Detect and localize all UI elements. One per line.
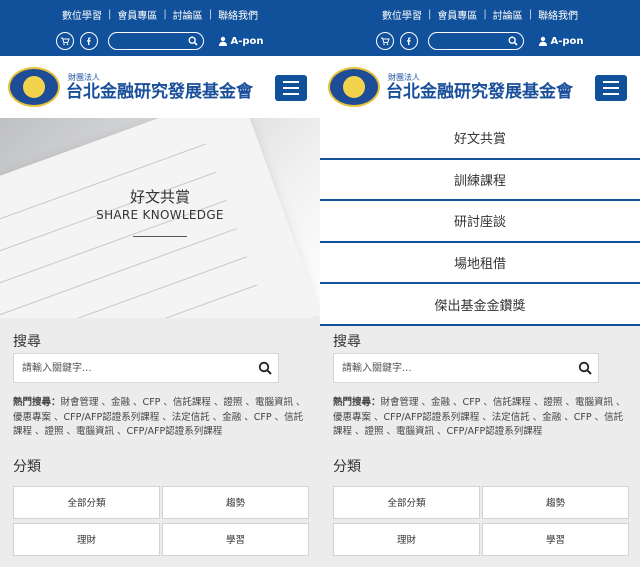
- search-icon: [508, 36, 519, 46]
- toplink-contact[interactable]: 聯絡我們: [212, 7, 264, 22]
- site-logo[interactable]: 財團法人 台北金融研究發展基金會: [328, 67, 573, 107]
- toplink-forum[interactable]: 討論區: [167, 7, 209, 22]
- facebook-icon[interactable]: [80, 32, 99, 50]
- category-grid: 理財 學習: [333, 522, 629, 556]
- site-logo[interactable]: 財團法人 台北金融研究發展基金會: [8, 67, 253, 107]
- category-all[interactable]: 全部分類: [13, 485, 160, 519]
- search-heading: 搜尋: [13, 334, 41, 350]
- user-name: A-pon: [230, 35, 264, 47]
- logo-seal: [8, 67, 60, 107]
- toplink-forum[interactable]: 討論區: [487, 7, 529, 22]
- category-finance[interactable]: 理財: [333, 522, 480, 556]
- menu-icon[interactable]: [595, 75, 627, 101]
- separator: |: [163, 8, 167, 20]
- category-trend[interactable]: 趨勢: [482, 485, 629, 519]
- search-icon[interactable]: [258, 361, 272, 375]
- top-bar: 數位學習 | 會員專區 | 討論區 | 聯絡我們 A-pon: [320, 0, 640, 56]
- facebook-icon[interactable]: [400, 32, 419, 50]
- category-grid: 全部分類 趨勢: [13, 485, 309, 519]
- menu-item-courses[interactable]: 訓練課程: [320, 160, 640, 202]
- cart-icon[interactable]: [56, 32, 75, 50]
- pane-default: 數位學習 | 會員專區 | 討論區 | 聯絡我們 A-pon 財團法人 台北金融…: [0, 0, 320, 567]
- search-box: [13, 353, 279, 383]
- separator: |: [427, 8, 432, 20]
- hero-subtitle: SHARE KNOWLEDGE: [96, 208, 224, 222]
- menu-icon[interactable]: [275, 75, 307, 101]
- search-section: 搜尋 熱門搜尋：財會管理 、金融 、CFP 、信託課程 、證照 、電腦資訊 、優…: [0, 331, 320, 556]
- user-link[interactable]: A-pon: [538, 35, 584, 47]
- menu-item-awards[interactable]: 傑出基金金鑽獎: [320, 284, 640, 326]
- user-name: A-pon: [550, 35, 584, 47]
- hot-search-label: 熱門搜尋：: [13, 397, 61, 408]
- category-all[interactable]: 全部分類: [333, 485, 480, 519]
- search-box: [333, 353, 599, 383]
- separator: |: [528, 8, 533, 20]
- pane-menu-open: 數位學習 | 會員專區 | 討論區 | 聯絡我們 A-pon 財團法人 台北金融…: [320, 0, 640, 567]
- menu-item-seminars[interactable]: 研討座談: [320, 201, 640, 243]
- site-header: 財團法人 台北金融研究發展基金會: [0, 56, 320, 118]
- top-tools: A-pon: [0, 28, 320, 54]
- search-input[interactable]: [334, 354, 564, 382]
- user-icon: [219, 36, 228, 46]
- separator: |: [483, 8, 487, 20]
- separator: |: [107, 8, 112, 20]
- logo-title: 台北金融研究發展基金會: [66, 81, 253, 102]
- menu-item-venue-rental[interactable]: 場地租借: [320, 243, 640, 285]
- hero-banner: 好文共賞 SHARE KNOWLEDGE: [0, 118, 320, 318]
- top-links: 數位學習 | 會員專區 | 討論區 | 聯絡我們: [0, 0, 320, 28]
- category-grid: 理財 學習: [13, 522, 309, 556]
- category-heading: 分類: [333, 458, 361, 475]
- category-learning[interactable]: 學習: [482, 522, 629, 556]
- category-grid: 全部分類 趨勢: [333, 485, 629, 519]
- logo-title: 台北金融研究發展基金會: [386, 81, 573, 102]
- dropdown-menu: 好文共賞 訓練課程 研討座談 場地租借 傑出基金金鑽獎: [320, 118, 640, 326]
- toplink-contact[interactable]: 聯絡我們: [532, 7, 584, 22]
- category-learning[interactable]: 學習: [162, 522, 309, 556]
- menu-item-articles[interactable]: 好文共賞: [320, 118, 640, 160]
- category-trend[interactable]: 趨勢: [162, 485, 309, 519]
- top-bar: 數位學習 | 會員專區 | 討論區 | 聯絡我們 A-pon: [0, 0, 320, 56]
- hot-search-label: 熱門搜尋：: [333, 397, 381, 408]
- cart-icon[interactable]: [376, 32, 395, 50]
- user-icon: [539, 36, 548, 46]
- search-icon[interactable]: [578, 361, 592, 375]
- search-section: 搜尋 熱門搜尋：財會管理 、金融 、CFP 、信託課程 、證照 、電腦資訊 、優…: [320, 331, 640, 556]
- toplink-elearning[interactable]: 數位學習: [376, 7, 428, 22]
- toplink-member[interactable]: 會員專區: [111, 7, 163, 22]
- logo-subtitle: 財團法人: [388, 72, 420, 82]
- top-links: 數位學習 | 會員專區 | 討論區 | 聯絡我們: [320, 0, 640, 28]
- search-heading: 搜尋: [333, 334, 361, 350]
- toplink-member[interactable]: 會員專區: [431, 7, 483, 22]
- logo-seal: [328, 67, 380, 107]
- category-finance[interactable]: 理財: [13, 522, 160, 556]
- site-header: 財團法人 台北金融研究發展基金會: [320, 56, 640, 118]
- toplink-elearning[interactable]: 數位學習: [56, 7, 108, 22]
- screen-root: 數位學習 | 會員專區 | 討論區 | 聯絡我們 A-pon 財團法人 台北金融…: [0, 0, 640, 567]
- hero-divider: [133, 236, 187, 237]
- search-icon: [188, 36, 199, 46]
- separator: |: [208, 8, 213, 20]
- search-input[interactable]: [14, 354, 244, 382]
- top-search-input[interactable]: [108, 32, 205, 50]
- category-heading: 分類: [13, 458, 41, 475]
- logo-subtitle: 財團法人: [68, 72, 100, 82]
- hot-search: 熱門搜尋：財會管理 、金融 、CFP 、信託課程 、證照 、電腦資訊 、優惠專案…: [13, 396, 309, 440]
- top-tools: A-pon: [320, 28, 640, 54]
- top-search-input[interactable]: [428, 32, 525, 50]
- hero-title: 好文共賞: [129, 188, 190, 206]
- hot-search: 熱門搜尋：財會管理 、金融 、CFP 、信託課程 、證照 、電腦資訊 、優惠專案…: [333, 396, 629, 440]
- user-link[interactable]: A-pon: [218, 35, 264, 47]
